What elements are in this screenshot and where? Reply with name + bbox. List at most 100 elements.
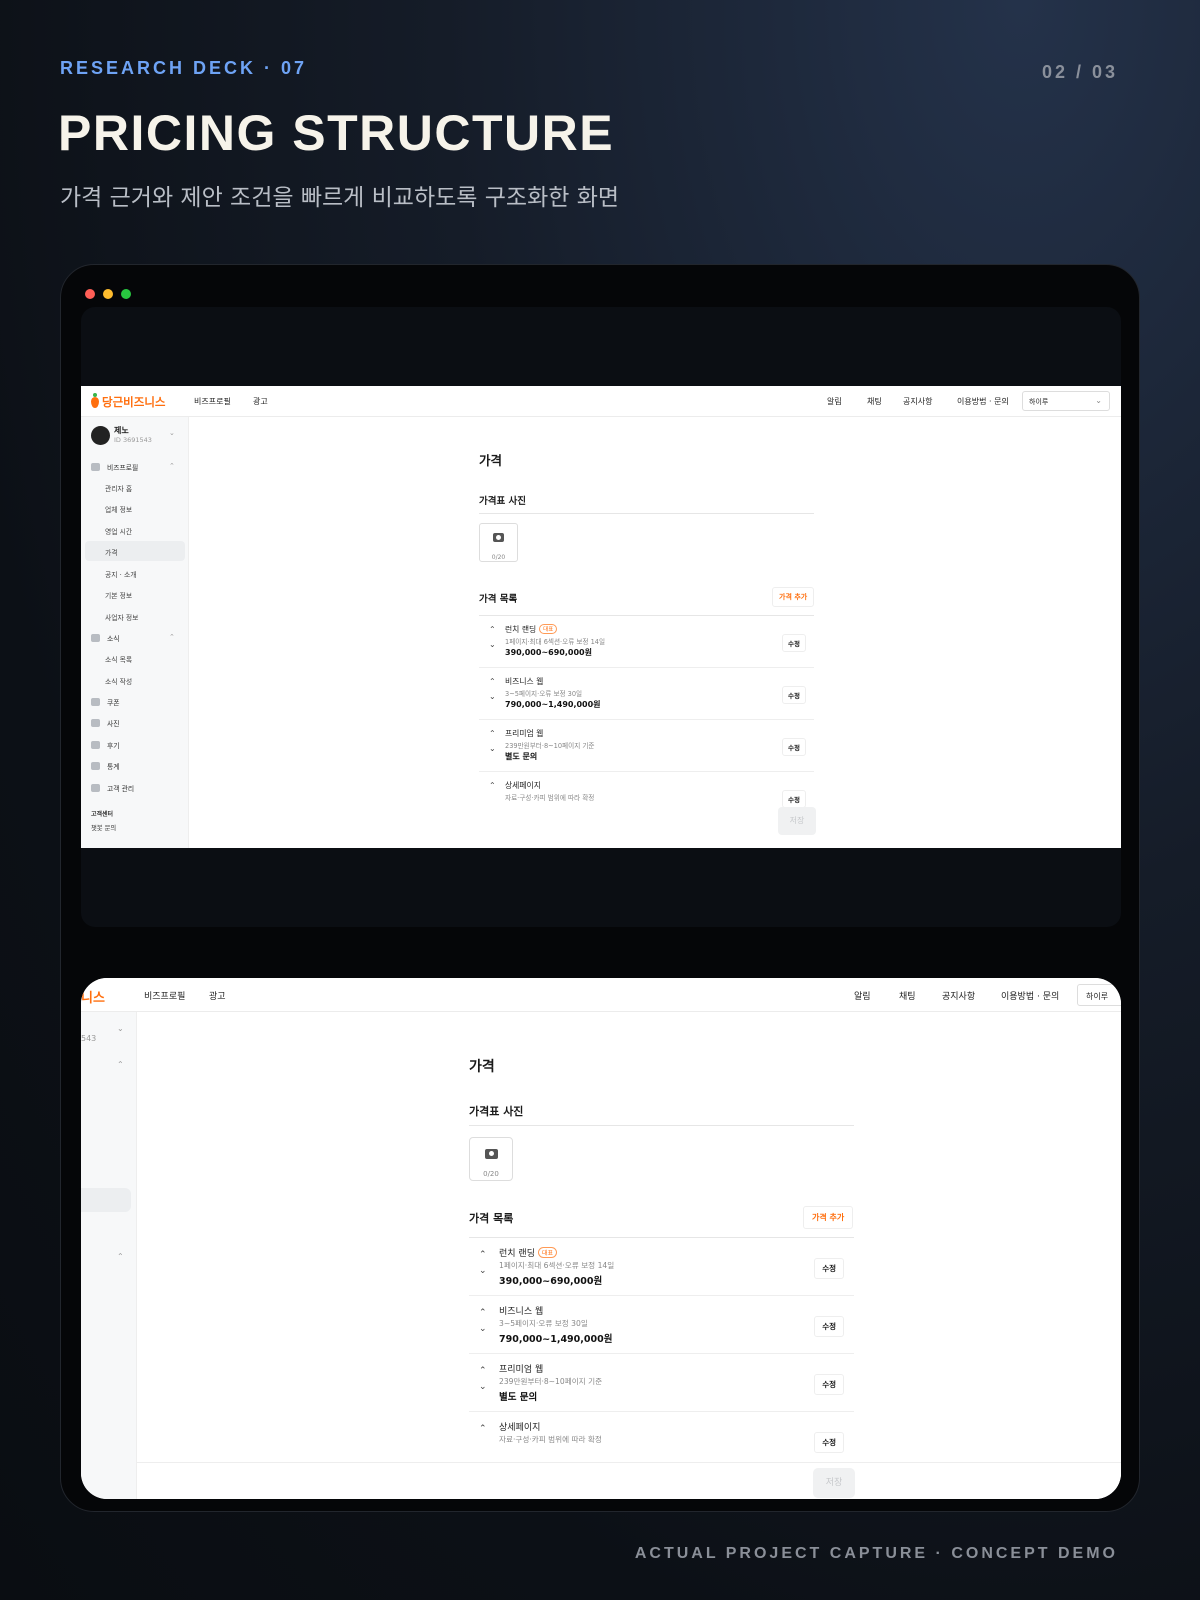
edit-button[interactable]: 수정 [782, 738, 806, 756]
chevron-up-icon[interactable]: ⌃ [117, 1060, 124, 1069]
sidebar-item-coupon[interactable]: 쿠폰 [107, 697, 120, 707]
nav-bizprofile[interactable]: 비즈프로필 [144, 989, 185, 1002]
save-button[interactable]: 저장 [778, 807, 816, 835]
edit-button[interactable]: 수정 [814, 1374, 844, 1395]
item-price: 790,000~1,490,000원 [499, 1334, 613, 1345]
nav-chat[interactable]: 채팅 [867, 396, 882, 407]
carrot-logo-icon [91, 392, 99, 408]
top-bar: 니스 비즈프로필 광고 알림 채팅 공지사항 이용방법 · 문의 하이루 [81, 978, 1121, 1012]
sidebar-section-bizprofile[interactable]: 비즈프로필 [107, 462, 138, 472]
move-down-icon[interactable]: ⌄ [489, 744, 496, 753]
sidebar-item-business-info[interactable]: 업체 정보 [105, 504, 132, 514]
page-subtitle: 가격 근거와 제안 조건을 빠르게 비교하도록 구조화한 화면 [60, 185, 620, 211]
sidebar-item-notice-intro[interactable]: 공지 · 소개 [105, 569, 137, 579]
nav-alerts[interactable]: 알림 [854, 989, 871, 1002]
nav-help[interactable]: 이용방법 · 문의 [957, 396, 1009, 407]
edit-button[interactable]: 수정 [782, 634, 806, 652]
item-desc: 3~5페이지·오류 보정 30일 [505, 690, 583, 698]
sidebar-item-stats[interactable]: 통계 [107, 761, 120, 771]
photo-upload-button[interactable]: 0/20 [479, 523, 518, 562]
edit-button[interactable]: 수정 [782, 686, 806, 704]
move-down-icon[interactable]: ⌄ [479, 1324, 487, 1334]
item-desc: 1페이지·최대 6섹션·오류 보정 14일 [499, 1261, 615, 1270]
move-up-icon[interactable]: ⌃ [489, 781, 496, 790]
sidebar-item-news-write[interactable]: 소식 작성 [105, 676, 132, 686]
item-name: 런치 랜딩 대표 [499, 1246, 558, 1259]
account-select-value: 하이루 [1086, 992, 1109, 1001]
chatbot-link[interactable]: 챗봇 문의 [91, 823, 116, 832]
chevron-up-icon[interactable]: ⌃ [169, 633, 175, 641]
maximize-dot-icon [121, 289, 131, 299]
nav-notices[interactable]: 공지사항 [942, 989, 975, 1002]
move-down-icon[interactable]: ⌄ [489, 692, 496, 701]
support-title: 고객센터 [91, 811, 114, 818]
add-price-button[interactable]: 가격 추가 [803, 1206, 854, 1229]
sidebar-item-price[interactable]: 가격 [105, 547, 118, 557]
sidebar: 543 ⌄ ⌃ ⌃ [81, 1012, 137, 1499]
move-down-icon[interactable]: ⌄ [489, 640, 496, 649]
move-up-icon[interactable]: ⌃ [479, 1424, 487, 1434]
nav-notices[interactable]: 공지사항 [903, 396, 932, 407]
active-item-highlight [85, 541, 185, 561]
chevron-down-icon: ⌄ [1095, 396, 1102, 405]
logo-text: 당근비즈니스 [102, 395, 166, 409]
move-down-icon[interactable]: ⌄ [479, 1382, 487, 1392]
nav-alerts[interactable]: 알림 [827, 396, 842, 407]
save-button[interactable]: 저장 [813, 1468, 855, 1498]
customers-icon [91, 784, 100, 792]
move-up-icon[interactable]: ⌃ [479, 1366, 487, 1376]
list-item: ⌃ ⌄ 비즈니스 웹 3~5페이지·오류 보정 30일 790,000~1,49… [469, 1296, 854, 1354]
account-select[interactable]: 하이루 [1077, 984, 1121, 1006]
device-frame: 당근비즈니스 비즈프로필 광고 알림 채팅 공지사항 이용방법 · 문의 하이루… [60, 264, 1140, 1512]
edit-button[interactable]: 수정 [814, 1432, 844, 1453]
nav-ads[interactable]: 광고 [209, 989, 226, 1002]
move-up-icon[interactable]: ⌃ [489, 625, 496, 634]
sidebar-item-basic-info[interactable]: 기본 정보 [105, 590, 132, 600]
sidebar-item-admin-home[interactable]: 관리자 홈 [105, 483, 132, 493]
logo[interactable]: 니스 [81, 987, 105, 1006]
item-desc: 239만원부터·8~10페이지 기준 [499, 1377, 603, 1386]
close-dot-icon [85, 289, 95, 299]
divider [479, 513, 814, 514]
item-name: 상세페이지 [505, 781, 541, 790]
nav-bizprofile[interactable]: 비즈프로필 [194, 396, 231, 407]
account-select-value: 하이루 [1029, 398, 1049, 406]
list-item: ⌃ ⌄ 런치 랜딩 대표 1페이지·최대 6섹션·오류 보정 14일 390,00… [469, 1238, 854, 1296]
photo-count: 0/20 [491, 554, 506, 561]
chevron-down-icon[interactable]: ⌄ [117, 1024, 124, 1033]
user-id: ID 3691543 [114, 436, 152, 444]
sidebar-item-hours[interactable]: 영업 시간 [105, 526, 132, 536]
item-desc: 1페이지·최대 6섹션·오류 보정 14일 [505, 638, 606, 646]
chevron-down-icon[interactable]: ⌄ [169, 429, 175, 437]
logo[interactable]: 당근비즈니스 [91, 392, 166, 410]
page-title: PRICING STRUCTURE [58, 105, 615, 161]
home-icon [91, 463, 100, 471]
move-up-icon[interactable]: ⌃ [489, 729, 496, 738]
sidebar-item-news-list[interactable]: 소식 목록 [105, 654, 132, 664]
sidebar-item-customers[interactable]: 고객 관리 [107, 783, 134, 793]
edit-button[interactable]: 수정 [814, 1316, 844, 1337]
sidebar-section-news[interactable]: 소식 [107, 633, 120, 643]
item-price: 별도 문의 [499, 1392, 538, 1403]
photo-section-title: 가격표 사진 [469, 1105, 524, 1118]
chevron-up-icon[interactable]: ⌃ [169, 462, 175, 470]
sidebar-item-photo[interactable]: 사진 [107, 718, 120, 728]
move-down-icon[interactable]: ⌄ [479, 1266, 487, 1276]
item-desc: 자료·구성·카피 범위에 따라 확정 [499, 1435, 602, 1444]
add-price-button[interactable]: 가격 추가 [772, 587, 815, 607]
account-select[interactable]: 하이루 ⌄ [1022, 391, 1110, 411]
move-up-icon[interactable]: ⌃ [479, 1308, 487, 1318]
sidebar-item-registration[interactable]: 사업자 정보 [105, 612, 138, 622]
chevron-up-icon[interactable]: ⌃ [117, 1252, 124, 1261]
sidebar-item-review[interactable]: 후기 [107, 740, 120, 750]
edit-button[interactable]: 수정 [814, 1258, 844, 1279]
edit-button[interactable]: 수정 [782, 790, 806, 808]
list-item: ⌃ ⌄ 비즈니스 웹 3~5페이지·오류 보정 30일 790,000~1,49… [479, 668, 814, 720]
nav-chat[interactable]: 채팅 [899, 989, 916, 1002]
minimize-dot-icon [103, 289, 113, 299]
nav-help[interactable]: 이용방법 · 문의 [1001, 989, 1059, 1002]
move-up-icon[interactable]: ⌃ [479, 1250, 487, 1260]
photo-upload-button[interactable]: 0/20 [469, 1137, 513, 1181]
nav-ads[interactable]: 광고 [253, 396, 268, 407]
move-up-icon[interactable]: ⌃ [489, 677, 496, 686]
